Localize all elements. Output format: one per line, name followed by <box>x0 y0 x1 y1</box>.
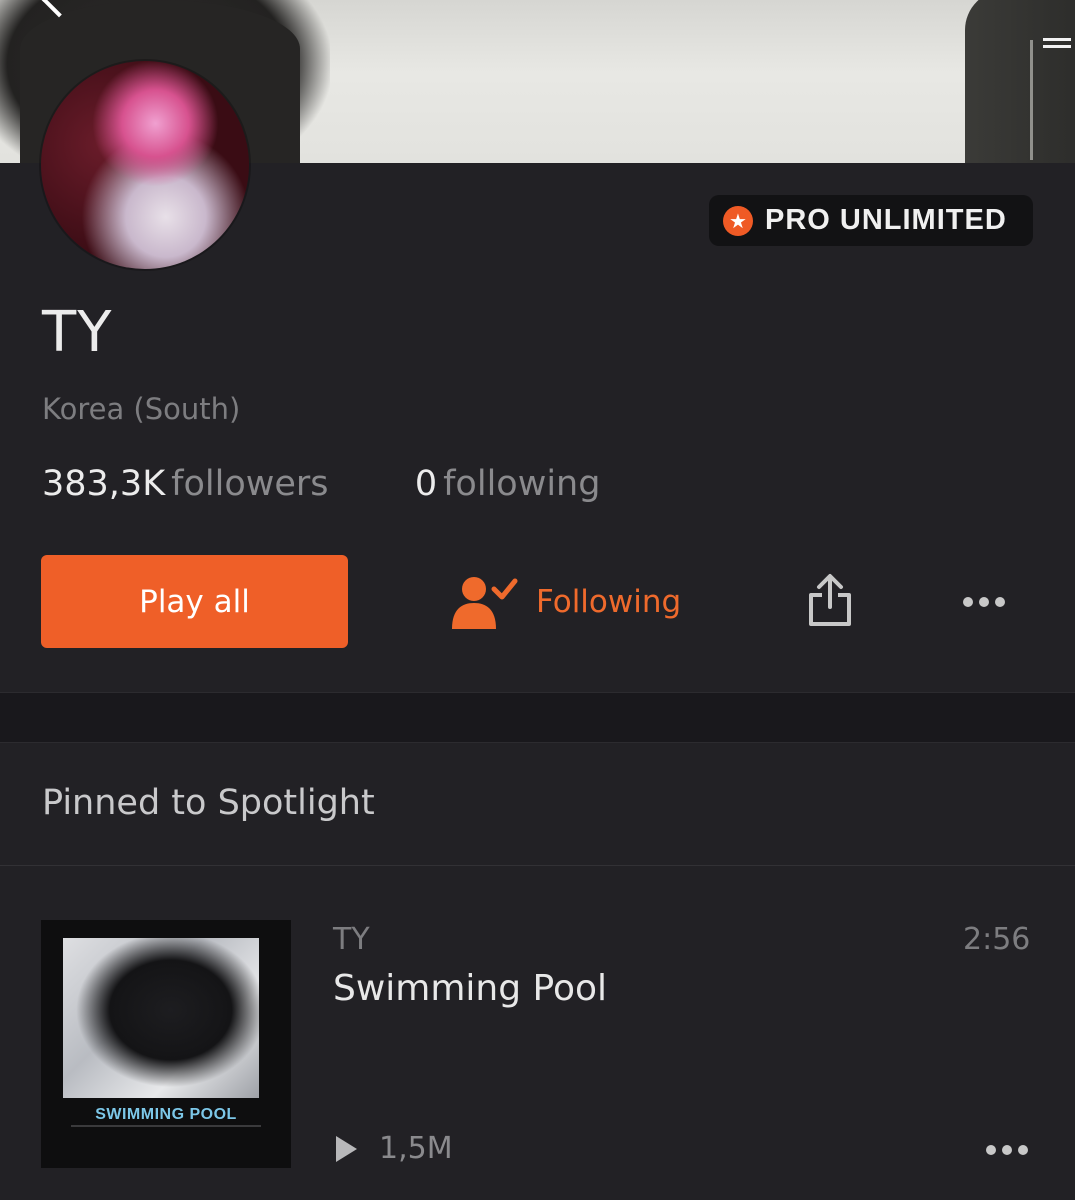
more-icon-dot <box>979 597 989 607</box>
following-count: 0 <box>414 464 438 504</box>
user-check-icon <box>452 577 518 629</box>
more-icon-dot <box>1002 1145 1012 1155</box>
banner-rail <box>1030 40 1075 160</box>
track-title[interactable]: Swimming Pool <box>333 968 607 1009</box>
spotlight-title: Pinned to Spotlight <box>42 783 375 823</box>
more-icon-dot <box>995 597 1005 607</box>
profile-stats: 383,3K followers 0 following <box>42 464 600 504</box>
more-options-button[interactable] <box>963 592 1011 612</box>
play-icon <box>336 1135 357 1162</box>
track-artist[interactable]: TY <box>333 922 370 957</box>
more-icon-dot <box>1018 1145 1028 1155</box>
followers-label: followers <box>171 464 329 504</box>
track-artwork[interactable]: SWIMMING POOL <box>41 920 291 1168</box>
track-more-button[interactable] <box>986 1145 1028 1155</box>
followers-link[interactable]: 383,3K followers <box>42 464 340 504</box>
more-icon-dot <box>986 1145 996 1155</box>
star-icon: ★ <box>723 205 753 236</box>
share-icon <box>809 574 851 626</box>
following-button-label: Following <box>536 584 682 620</box>
chevron-left-icon[interactable] <box>34 0 68 26</box>
track-duration: 2:56 <box>963 922 1031 957</box>
track-plays: 1,5M <box>336 1131 453 1166</box>
following-label: following <box>443 464 601 504</box>
following-button[interactable]: Following <box>452 572 681 632</box>
artwork-photo <box>63 938 259 1098</box>
followers-count: 383,3K <box>42 464 166 504</box>
following-link[interactable]: 0 following <box>415 464 601 504</box>
share-button[interactable] <box>806 573 854 627</box>
artwork-decoration <box>71 1125 261 1127</box>
profile-location: Korea (South) <box>42 392 241 426</box>
banner-lines-decoration <box>1043 38 1071 50</box>
pro-unlimited-badge: ★ PRO UNLIMITED <box>709 195 1033 246</box>
section-divider-line <box>0 865 1075 866</box>
track-play-count: 1,5M <box>379 1131 453 1166</box>
profile-name: TY <box>42 300 113 365</box>
badge-label: PRO UNLIMITED <box>765 204 1007 236</box>
avatar[interactable] <box>41 61 249 269</box>
more-icon-dot <box>963 597 973 607</box>
section-divider <box>0 692 1075 743</box>
artwork-caption: SWIMMING POOL <box>95 1106 237 1123</box>
play-all-button[interactable]: Play all <box>41 555 348 648</box>
